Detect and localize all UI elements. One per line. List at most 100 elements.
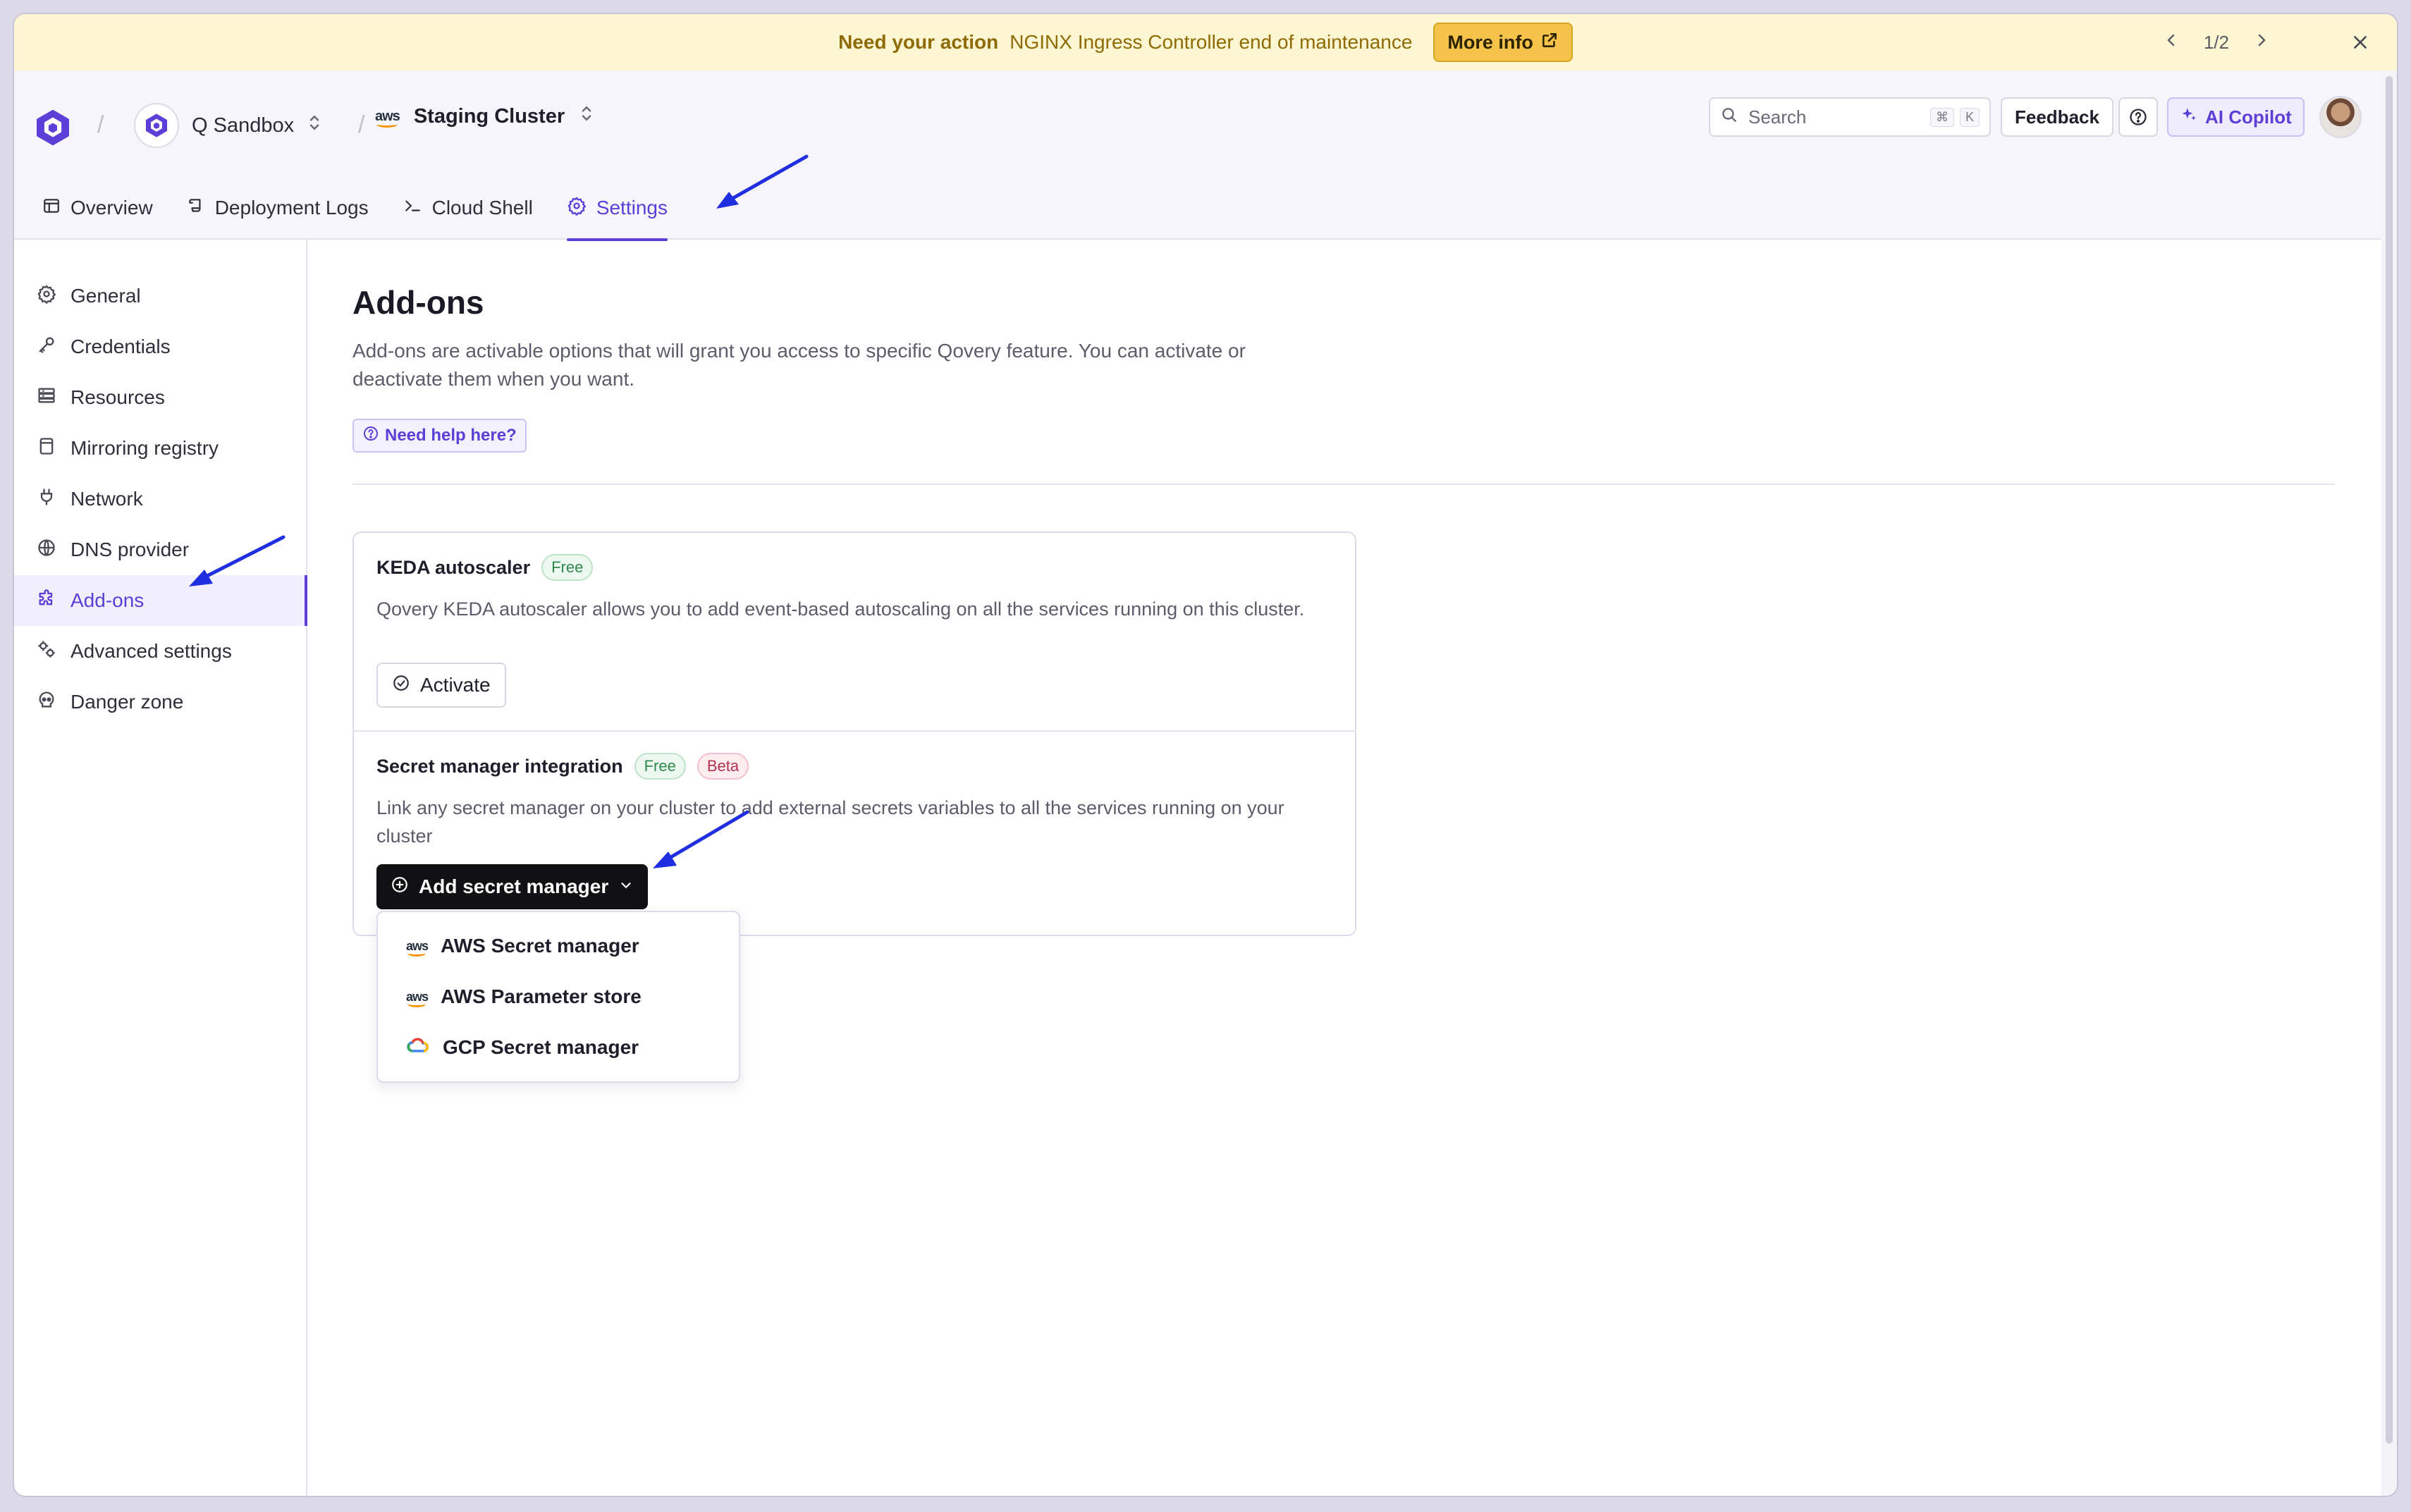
need-help-button[interactable]: Need help here? [352,419,527,453]
sidebar-item-label: Danger zone [70,691,184,713]
menu-item-label: AWS Parameter store [441,985,642,1007]
tab-overview[interactable]: Overview [42,176,153,240]
banner-title: Need your action [838,31,999,53]
cluster-selector[interactable]: aws Staging Cluster [375,103,594,130]
secret-manager-description: Link any secret manager on your cluster … [376,797,1284,847]
free-badge: Free [541,554,594,581]
menu-item-aws-secret-manager[interactable]: aws AWS Secret manager [378,921,739,971]
divider [352,484,2335,485]
beta-badge: Beta [697,753,749,780]
settings-sidebar: General Credentials Resources Mirroring … [14,240,307,1496]
gears-icon [37,639,56,664]
keda-description: Qovery KEDA autoscaler allows you to add… [376,598,1305,620]
search-shortcut: ⌘ K [1930,107,1980,127]
chevron-up-down-icon [579,103,594,130]
keda-title: KEDA autoscaler [376,556,531,578]
secret-manager-title: Secret manager integration [376,755,623,777]
breadcrumb-separator: / [358,111,365,138]
sidebar-item-danger-zone[interactable]: Danger zone [14,677,306,727]
key-icon [37,335,56,359]
aws-logo-icon: aws [406,939,429,957]
menu-item-label: GCP Secret manager [443,1036,639,1058]
gear-icon [567,196,587,221]
secret-manager-dropdown: aws AWS Secret manager aws AWS Parameter… [376,911,740,1083]
sidebar-item-label: Mirroring registry [70,437,219,459]
annotation-arrow [189,535,286,586]
tab-label: Deployment Logs [214,197,369,219]
plug-icon [37,487,56,512]
banner-pager: 1/2 [2163,14,2270,70]
sidebar-item-credentials[interactable]: Credentials [14,321,306,372]
app-window: Need your action NGINX Ingress Controlle… [14,14,2397,1496]
tab-label: Overview [70,197,153,219]
chevron-left-icon[interactable] [2163,32,2180,54]
skull-icon [37,690,56,715]
org-name: Q Sandbox [192,113,295,137]
sidebar-item-resources[interactable]: Resources [14,372,306,423]
annotation-arrow [716,154,809,209]
tab-deployment-logs[interactable]: Deployment Logs [187,176,369,240]
add-secret-manager-button[interactable]: Add secret manager [376,864,649,909]
sidebar-item-label: DNS provider [70,539,190,560]
more-info-label: More info [1447,31,1533,53]
sidebar-item-label: Add-ons [70,589,145,611]
menu-item-gcp-secret-manager[interactable]: GCP Secret manager [378,1022,739,1073]
sidebar-item-label: Network [70,488,143,510]
sidebar-item-label: General [70,285,141,307]
kbd-k: K [1959,107,1980,127]
user-avatar[interactable] [2319,96,2362,138]
sidebar-item-label: Credentials [70,336,171,357]
globe-icon [37,538,56,563]
check-circle-icon [392,674,410,697]
gear-icon [37,284,56,309]
addons-card: KEDA autoscaler Free Qovery KEDA autosca… [352,531,1356,936]
aws-logo-icon: aws [406,990,429,1007]
activate-keda-button[interactable]: Activate [376,663,506,708]
plus-circle-icon [391,875,409,899]
activate-label: Activate [420,674,491,696]
page-description: Add-ons are activable options that will … [352,340,1246,390]
cluster-name: Staging Cluster [413,104,565,128]
annotation-arrow [653,810,749,868]
ai-copilot-button[interactable]: AI Copilot [2167,97,2305,137]
tab-settings[interactable]: Settings [566,176,668,241]
chevron-right-icon[interactable] [2253,32,2270,54]
add-secret-manager-label: Add secret manager [419,875,609,897]
chevron-down-icon [618,875,634,898]
close-icon[interactable] [2345,27,2376,58]
menu-item-aws-parameter-store[interactable]: aws AWS Parameter store [378,971,739,1022]
search-input[interactable]: Search ⌘ K [1709,97,1991,137]
more-info-button[interactable]: More info [1433,23,1573,62]
maintenance-banner: Need your action NGINX Ingress Controlle… [14,14,2397,70]
keda-addon: KEDA autoscaler Free Qovery KEDA autosca… [376,554,1335,623]
help-icon[interactable] [2118,97,2158,137]
box-icon [37,436,56,461]
menu-item-label: AWS Secret manager [441,935,639,957]
page-title: Add-ons [352,284,484,321]
org-logo-icon [134,103,179,148]
sparkles-icon [2180,106,2198,129]
org-selector[interactable]: Q Sandbox [134,103,322,148]
sidebar-item-advanced-settings[interactable]: Advanced settings [14,626,306,677]
page-scrollbar[interactable] [2381,70,2397,1496]
layout-icon [42,197,61,220]
kbd-cmd: ⌘ [1930,107,1954,127]
scrollbar-thumb[interactable] [2386,76,2393,1444]
top-header: / Q Sandbox / aws Staging Cluster Search [14,70,2397,241]
secret-manager-addon: Secret manager integration Free Beta Lin… [376,753,1335,850]
scroll-icon [187,197,205,220]
sidebar-item-network[interactable]: Network [14,474,306,524]
tab-label: Settings [596,197,668,219]
cluster-tabs: Overview Deployment Logs Cloud Shell Set… [42,176,668,241]
sidebar-item-mirroring-registry[interactable]: Mirroring registry [14,423,306,474]
tab-cloud-shell[interactable]: Cloud Shell [403,176,533,240]
ai-copilot-label: AI Copilot [2205,106,2292,128]
banner-message: NGINX Ingress Controller end of maintena… [1010,31,1413,53]
aws-logo-icon: aws [375,109,400,128]
sidebar-item-general[interactable]: General [14,271,306,321]
feedback-button[interactable]: Feedback [2001,97,2114,137]
qovery-logo-icon[interactable] [32,107,73,148]
need-help-label: Need help here? [385,426,517,445]
terminal-icon [403,197,422,220]
card-divider [354,730,1355,732]
